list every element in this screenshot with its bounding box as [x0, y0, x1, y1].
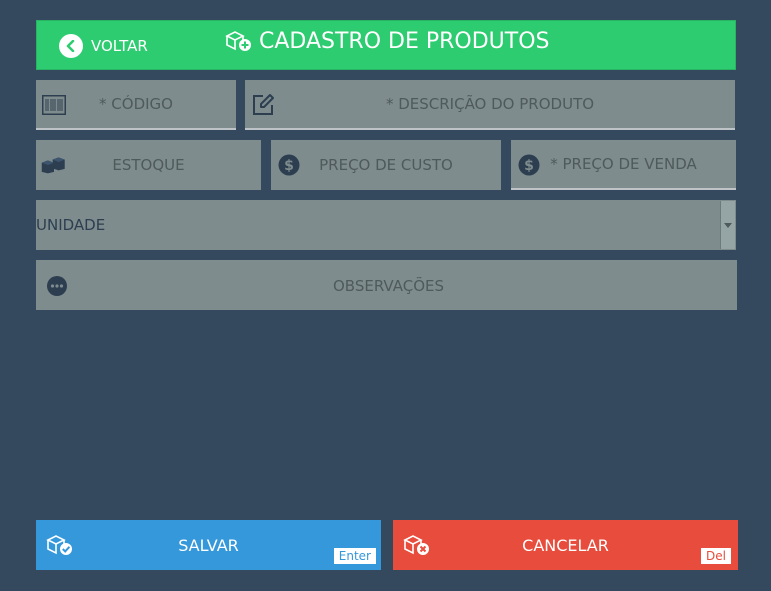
chevron-left-icon [59, 34, 83, 58]
boxes-icon [41, 152, 67, 178]
chevron-down-icon[interactable] [720, 201, 735, 249]
svg-text:$: $ [284, 158, 294, 174]
back-button[interactable]: VOLTAR [59, 33, 148, 59]
edit-icon [250, 92, 276, 118]
descricao-field[interactable] [245, 80, 735, 130]
box-remove-icon [403, 533, 431, 561]
box-add-icon [225, 31, 251, 51]
svg-text:$: $ [524, 158, 534, 174]
more-dots-icon [46, 275, 68, 297]
page-title: CADASTRO DE PRODUTOS [225, 27, 549, 55]
page-title-text: CADASTRO DE PRODUTOS [259, 28, 550, 54]
unidade-selected-value: UNIDADE [36, 216, 106, 234]
descricao-input[interactable] [245, 80, 735, 128]
estoque-field[interactable] [36, 140, 261, 190]
preco-venda-input[interactable] [511, 140, 736, 188]
preco-custo-field[interactable]: $ [271, 140, 501, 190]
preco-custo-input[interactable] [271, 140, 501, 190]
preco-venda-field[interactable]: $ [511, 140, 736, 190]
cancel-button-label: CANCELAR [522, 535, 609, 555]
dollar-icon: $ [516, 152, 542, 178]
dollar-icon: $ [276, 152, 302, 178]
cancel-button[interactable]: CANCELAR Del [393, 520, 738, 570]
codigo-field[interactable] [36, 80, 236, 130]
estoque-input[interactable] [36, 140, 261, 190]
observacoes-input[interactable] [36, 260, 741, 312]
back-button-label: VOLTAR [91, 37, 148, 55]
observacoes-field[interactable] [36, 260, 741, 312]
header-bar: VOLTAR CADASTRO DE PRODUTOS [36, 20, 736, 70]
save-button-label: SALVAR [178, 535, 239, 555]
save-button[interactable]: SALVAR Enter [36, 520, 381, 570]
save-shortcut-badge: Enter [333, 548, 376, 564]
box-check-icon [46, 533, 74, 561]
unidade-select[interactable]: UNIDADE [36, 200, 736, 250]
cancel-shortcut-badge: Del [701, 548, 731, 564]
barcode-icon [41, 92, 67, 118]
